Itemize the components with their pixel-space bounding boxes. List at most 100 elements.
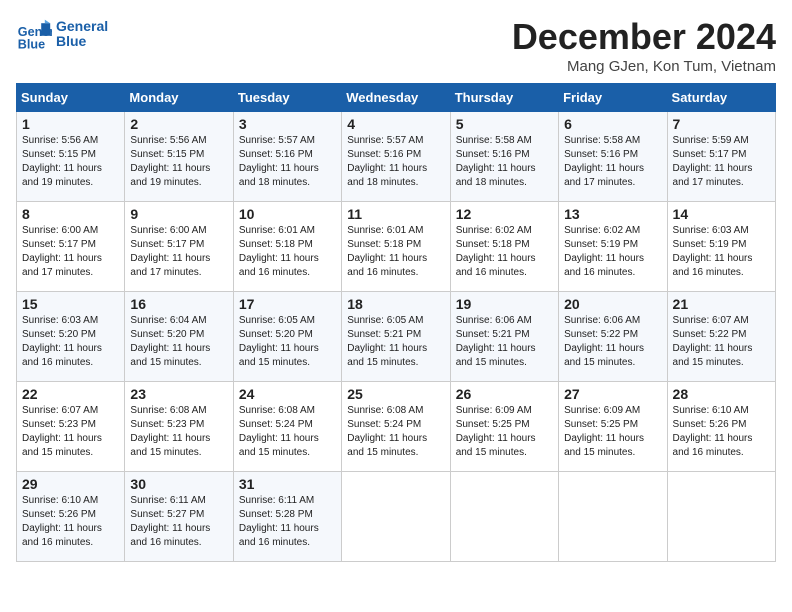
table-row: 13Sunrise: 6:02 AMSunset: 5:19 PMDayligh… (559, 202, 667, 292)
day-info: Sunrise: 6:10 AMSunset: 5:26 PMDaylight:… (673, 404, 770, 460)
day-info: Sunrise: 6:00 AMSunset: 5:17 PMDaylight:… (22, 224, 119, 280)
calendar-row: 8 Sunrise: 6:00 AMSunset: 5:17 PMDaylight… (17, 202, 776, 292)
calendar-row: 22 Sunrise: 6:07 AMSunset: 5:23 PMDayligh… (17, 382, 776, 472)
day-info: Sunrise: 6:06 AMSunset: 5:22 PMDaylight:… (564, 314, 661, 370)
table-row (559, 472, 667, 562)
table-row: 18Sunrise: 6:05 AMSunset: 5:21 PMDayligh… (342, 292, 450, 382)
day-info: Sunrise: 6:11 AMSunset: 5:27 PMDaylight:… (130, 494, 227, 550)
header-saturday: Saturday (667, 84, 775, 112)
calendar-row: 15Sunrise: 6:03 AMSunset: 5:20 PMDayligh… (17, 292, 776, 382)
day-info: Sunrise: 6:00 AMSunset: 5:17 PMDaylight:… (130, 224, 227, 280)
calendar-row: 1 Sunrise: 5:56 AMSunset: 5:15 PMDaylight… (17, 112, 776, 202)
day-number: 27 (564, 386, 661, 402)
table-row (667, 472, 775, 562)
day-number: 9 (130, 206, 227, 222)
day-info: Sunrise: 5:59 AMSunset: 5:17 PMDaylight:… (673, 134, 770, 190)
table-row: 26Sunrise: 6:09 AMSunset: 5:25 PMDayligh… (450, 382, 558, 472)
day-number: 10 (239, 206, 336, 222)
table-row (450, 472, 558, 562)
table-row: 22 Sunrise: 6:07 AMSunset: 5:23 PMDayligh… (17, 382, 125, 472)
day-number: 20 (564, 296, 661, 312)
title-block: December 2024 Mang GJen, Kon Tum, Vietna… (512, 16, 776, 75)
day-headers-row: Sunday Monday Tuesday Wednesday Thursday… (17, 84, 776, 112)
table-row: 6 Sunrise: 5:58 AMSunset: 5:16 PMDaylight… (559, 112, 667, 202)
table-row: 12Sunrise: 6:02 AMSunset: 5:18 PMDayligh… (450, 202, 558, 292)
logo-general: General (56, 19, 108, 34)
day-number: 1 (22, 116, 119, 132)
day-info: Sunrise: 6:10 AMSunset: 5:26 PMDaylight:… (22, 494, 119, 550)
table-row: 25 Sunrise: 6:08 AMSunset: 5:24 PMDayligh… (342, 382, 450, 472)
table-row (342, 472, 450, 562)
header-thursday: Thursday (450, 84, 558, 112)
day-info: Sunrise: 6:05 AMSunset: 5:20 PMDaylight:… (239, 314, 336, 370)
day-number: 21 (673, 296, 770, 312)
table-row: 29Sunrise: 6:10 AMSunset: 5:26 PMDayligh… (17, 472, 125, 562)
day-number: 17 (239, 296, 336, 312)
month-title: December 2024 (512, 16, 776, 58)
day-number: 14 (673, 206, 770, 222)
day-number: 31 (239, 476, 336, 492)
table-row: 23Sunrise: 6:08 AMSunset: 5:23 PMDayligh… (125, 382, 233, 472)
table-row: 27 Sunrise: 6:09 AMSunset: 5:25 PMDayligh… (559, 382, 667, 472)
day-info: Sunrise: 6:05 AMSunset: 5:21 PMDaylight:… (347, 314, 444, 370)
table-row: 5Sunrise: 5:58 AMSunset: 5:16 PMDaylight… (450, 112, 558, 202)
day-info: Sunrise: 6:02 AMSunset: 5:18 PMDaylight:… (456, 224, 553, 280)
table-row: 17 Sunrise: 6:05 AMSunset: 5:20 PMDayligh… (233, 292, 341, 382)
table-row: 2Sunrise: 5:56 AMSunset: 5:15 PMDaylight… (125, 112, 233, 202)
day-info: Sunrise: 5:57 AMSunset: 5:16 PMDaylight:… (347, 134, 444, 190)
day-info: Sunrise: 5:56 AMSunset: 5:15 PMDaylight:… (130, 134, 227, 190)
logo-blue: Blue (56, 34, 108, 49)
day-number: 28 (673, 386, 770, 402)
day-info: Sunrise: 6:08 AMSunset: 5:23 PMDaylight:… (130, 404, 227, 460)
calendar-body: 1 Sunrise: 5:56 AMSunset: 5:15 PMDaylight… (17, 112, 776, 562)
table-row: 7Sunrise: 5:59 AMSunset: 5:17 PMDaylight… (667, 112, 775, 202)
table-row: 11 Sunrise: 6:01 AMSunset: 5:18 PMDayligh… (342, 202, 450, 292)
table-row: 9 Sunrise: 6:00 AMSunset: 5:17 PMDaylight… (125, 202, 233, 292)
day-info: Sunrise: 6:01 AMSunset: 5:18 PMDaylight:… (347, 224, 444, 280)
table-row: 20 Sunrise: 6:06 AMSunset: 5:22 PMDayligh… (559, 292, 667, 382)
day-info: Sunrise: 6:04 AMSunset: 5:20 PMDaylight:… (130, 314, 227, 370)
day-number: 15 (22, 296, 119, 312)
calendar-table: Sunday Monday Tuesday Wednesday Thursday… (16, 83, 776, 562)
location-subtitle: Mang GJen, Kon Tum, Vietnam (512, 58, 776, 75)
table-row: 16 Sunrise: 6:04 AMSunset: 5:20 PMDayligh… (125, 292, 233, 382)
header-tuesday: Tuesday (233, 84, 341, 112)
day-number: 6 (564, 116, 661, 132)
table-row: 31 Sunrise: 6:11 AMSunset: 5:28 PMDayligh… (233, 472, 341, 562)
day-info: Sunrise: 5:57 AMSunset: 5:16 PMDaylight:… (239, 134, 336, 190)
logo: General Blue General Blue (16, 16, 108, 52)
day-info: Sunrise: 6:11 AMSunset: 5:28 PMDaylight:… (239, 494, 336, 550)
day-number: 19 (456, 296, 553, 312)
table-row: 3 Sunrise: 5:57 AMSunset: 5:16 PMDaylight… (233, 112, 341, 202)
header-friday: Friday (559, 84, 667, 112)
logo-icon: General Blue (16, 16, 52, 52)
day-info: Sunrise: 6:09 AMSunset: 5:25 PMDaylight:… (564, 404, 661, 460)
table-row: 30Sunrise: 6:11 AMSunset: 5:27 PMDayligh… (125, 472, 233, 562)
day-number: 5 (456, 116, 553, 132)
svg-text:Blue: Blue (18, 37, 45, 51)
day-info: Sunrise: 6:01 AMSunset: 5:18 PMDaylight:… (239, 224, 336, 280)
day-info: Sunrise: 5:58 AMSunset: 5:16 PMDaylight:… (564, 134, 661, 190)
day-number: 8 (22, 206, 119, 222)
day-number: 13 (564, 206, 661, 222)
table-row: 14 Sunrise: 6:03 AMSunset: 5:19 PMDayligh… (667, 202, 775, 292)
day-number: 3 (239, 116, 336, 132)
day-number: 22 (22, 386, 119, 402)
day-info: Sunrise: 6:06 AMSunset: 5:21 PMDaylight:… (456, 314, 553, 370)
day-number: 4 (347, 116, 444, 132)
day-number: 16 (130, 296, 227, 312)
page-header: General Blue General Blue December 2024 … (16, 16, 776, 75)
day-info: Sunrise: 6:08 AMSunset: 5:24 PMDaylight:… (347, 404, 444, 460)
header-sunday: Sunday (17, 84, 125, 112)
day-info: Sunrise: 6:03 AMSunset: 5:19 PMDaylight:… (673, 224, 770, 280)
table-row: 15Sunrise: 6:03 AMSunset: 5:20 PMDayligh… (17, 292, 125, 382)
table-row: 8 Sunrise: 6:00 AMSunset: 5:17 PMDaylight… (17, 202, 125, 292)
day-number: 11 (347, 206, 444, 222)
day-info: Sunrise: 6:08 AMSunset: 5:24 PMDaylight:… (239, 404, 336, 460)
day-info: Sunrise: 6:07 AMSunset: 5:23 PMDaylight:… (22, 404, 119, 460)
table-row: 28 Sunrise: 6:10 AMSunset: 5:26 PMDayligh… (667, 382, 775, 472)
day-info: Sunrise: 6:09 AMSunset: 5:25 PMDaylight:… (456, 404, 553, 460)
table-row: 24Sunrise: 6:08 AMSunset: 5:24 PMDayligh… (233, 382, 341, 472)
day-number: 25 (347, 386, 444, 402)
table-row: 19 Sunrise: 6:06 AMSunset: 5:21 PMDayligh… (450, 292, 558, 382)
